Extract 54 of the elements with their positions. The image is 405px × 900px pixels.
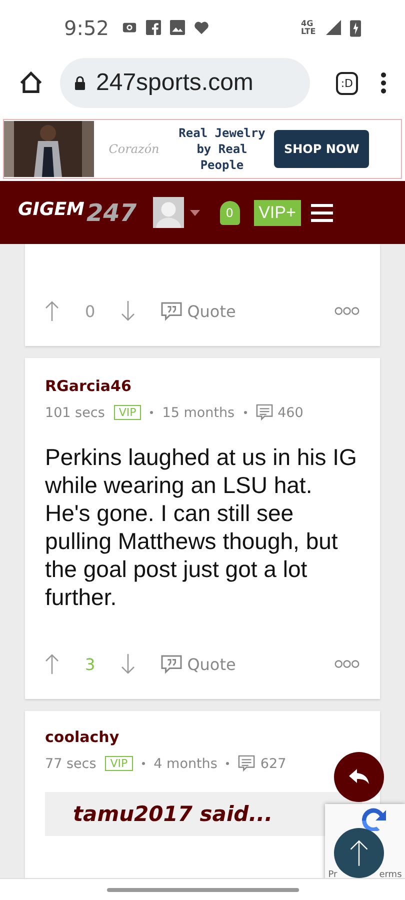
menu-icon[interactable] xyxy=(310,202,333,222)
quote-icon xyxy=(161,654,182,674)
upvote-icon[interactable] xyxy=(45,653,59,675)
ad-headline: Real Jewelry by Real People xyxy=(178,125,266,173)
privacy-link[interactable]: Pr xyxy=(328,870,338,878)
more-options-icon[interactable] xyxy=(334,306,360,316)
caret-icon[interactable] xyxy=(190,210,200,216)
quote-icon xyxy=(161,302,182,320)
address-bar[interactable]: 247sports.com xyxy=(60,58,310,108)
battery-icon xyxy=(350,18,361,36)
facebook-icon xyxy=(146,20,161,35)
vote-count: 0 xyxy=(85,302,96,320)
username[interactable]: coolachy xyxy=(45,728,120,746)
more-options-icon[interactable] xyxy=(334,659,360,669)
username[interactable]: RGarcia46 xyxy=(45,377,132,395)
upvote-icon[interactable] xyxy=(45,300,59,322)
separator-dot xyxy=(244,411,247,414)
menu-icon[interactable] xyxy=(380,71,387,95)
separator-dot xyxy=(142,762,145,765)
quote-button[interactable]: Quote xyxy=(161,654,236,674)
post-time: 77 secs xyxy=(45,756,96,772)
shop-now-button[interactable]: SHOP NOW xyxy=(274,130,370,168)
downvote-icon[interactable] xyxy=(121,653,136,675)
lock-icon xyxy=(74,76,86,90)
comment-icon xyxy=(256,404,273,421)
status-time: 9:52 xyxy=(64,16,109,40)
vip-tag: VIP xyxy=(114,405,142,420)
member-tenure: 15 months xyxy=(162,404,235,420)
arrow-up-icon xyxy=(348,839,370,867)
heart-icon xyxy=(194,20,209,35)
separator-dot xyxy=(150,411,154,414)
image-icon xyxy=(170,20,185,35)
post-count: 627 xyxy=(260,756,286,772)
post-count: 460 xyxy=(278,404,304,420)
post-text: Perkins laughed at us in his IG while wearing an LSU hat. He's gone. I can still see pulling Matthews though, but the goal post just got a lot further. xyxy=(45,443,358,611)
vip-tag: VIP xyxy=(105,756,133,771)
tab-switcher[interactable]: :D xyxy=(336,72,358,94)
terms-link[interactable]: erms xyxy=(379,870,402,878)
quote-author: tamu2017 said... xyxy=(73,802,273,826)
ad-banner[interactable]: Corazón Real Jewelry by Real People SHOP NOW xyxy=(3,119,402,179)
separator-dot xyxy=(226,762,230,765)
brand-logo: Corazón xyxy=(108,142,160,156)
signal-icon xyxy=(326,20,341,35)
home-icon[interactable] xyxy=(18,70,44,96)
post-time: 101 secs xyxy=(45,404,105,420)
recaptcha-icon xyxy=(362,808,386,831)
quote-button[interactable]: Quote xyxy=(161,302,236,320)
home-indicator[interactable] xyxy=(106,888,298,892)
vote-count: 3 xyxy=(85,654,96,674)
member-tenure: 4 months xyxy=(154,756,218,772)
comment-icon xyxy=(238,755,256,772)
network-label: 4G LTE xyxy=(301,20,317,36)
downvote-icon[interactable] xyxy=(121,300,136,322)
radio-icon xyxy=(122,20,137,35)
